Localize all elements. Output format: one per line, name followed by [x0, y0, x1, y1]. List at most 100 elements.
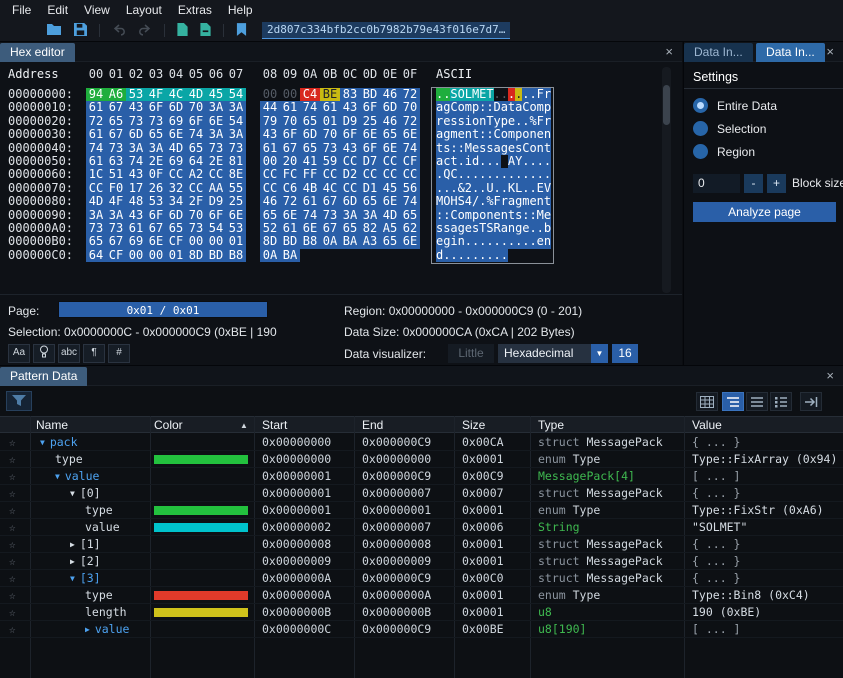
hex-byte[interactable]: 00: [260, 88, 280, 101]
ascii-char[interactable]: s: [436, 222, 443, 235]
ascii-char[interactable]: %: [529, 115, 536, 128]
ascii-char[interactable]: .: [537, 168, 544, 181]
ascii-char[interactable]: .: [494, 182, 501, 195]
ascii-char[interactable]: L: [465, 88, 472, 101]
hex-byte[interactable]: 62: [400, 222, 420, 235]
hex-byte[interactable]: CC: [360, 168, 380, 181]
hex-byte[interactable]: 00: [280, 88, 300, 101]
ascii-char[interactable]: :: [479, 101, 486, 114]
ascii-char[interactable]: .: [522, 182, 529, 195]
hex-byte[interactable]: D9: [340, 115, 360, 128]
ascii-char[interactable]: a: [508, 195, 515, 208]
expand-arrow-icon[interactable]: ▶: [70, 540, 75, 549]
ascii-char[interactable]: g: [443, 235, 450, 248]
hex-byte[interactable]: 3A: [86, 209, 106, 222]
hex-byte[interactable]: CC: [86, 182, 106, 195]
hex-byte[interactable]: 72: [86, 115, 106, 128]
increment-button[interactable]: +: [767, 174, 786, 193]
hex-byte[interactable]: 61: [86, 155, 106, 168]
ascii-char[interactable]: r: [501, 195, 508, 208]
hex-byte[interactable]: A5: [380, 222, 400, 235]
hex-byte[interactable]: CC: [260, 182, 280, 195]
ascii-char[interactable]: o: [458, 209, 465, 222]
hex-byte[interactable]: 65: [380, 128, 400, 141]
ascii-char[interactable]: t: [544, 195, 551, 208]
hex-byte[interactable]: 6F: [146, 209, 166, 222]
hex-byte[interactable]: 25: [360, 115, 380, 128]
ascii-char[interactable]: .: [501, 182, 508, 195]
hex-byte[interactable]: 61: [260, 142, 280, 155]
ascii-char[interactable]: C: [450, 168, 457, 181]
hex-byte[interactable]: 6D: [166, 209, 186, 222]
hex-byte[interactable]: 46: [260, 195, 280, 208]
pattern-row[interactable]: ☆type0x0000000A0x0000000A0x0001enum Type…: [0, 587, 843, 604]
hex-byte[interactable]: CC: [186, 182, 206, 195]
hex-byte[interactable]: 65: [146, 128, 166, 141]
hex-byte[interactable]: 65: [340, 222, 360, 235]
hex-byte[interactable]: 6D: [166, 101, 186, 114]
favorite-star-icon[interactable]: ☆: [9, 434, 16, 451]
hex-byte[interactable]: 3A: [360, 209, 380, 222]
hex-byte[interactable]: 61: [86, 101, 106, 114]
ascii-char[interactable]: .: [479, 182, 486, 195]
hex-byte[interactable]: 74: [86, 142, 106, 155]
favorite-star-icon[interactable]: ☆: [9, 604, 16, 621]
hex-byte[interactable]: CC: [400, 168, 420, 181]
ascii-char[interactable]: s: [458, 115, 465, 128]
hex-byte[interactable]: 61: [300, 195, 320, 208]
ascii-char[interactable]: p: [501, 115, 508, 128]
block-size-input[interactable]: 0: [693, 174, 740, 193]
pattern-row[interactable]: ☆▼value0x000000010x000000C90x00C9Message…: [0, 468, 843, 485]
ascii-char[interactable]: t: [508, 209, 515, 222]
hex-byte[interactable]: C6: [280, 182, 300, 195]
ascii-char[interactable]: .: [529, 222, 536, 235]
hex-byte[interactable]: 0A: [260, 249, 280, 262]
hex-byte[interactable]: 70: [280, 115, 300, 128]
ascii-char[interactable]: t: [472, 128, 479, 141]
analyze-page-button[interactable]: Analyze page: [693, 202, 836, 222]
ascii-char[interactable]: %: [486, 195, 493, 208]
ascii-char[interactable]: R: [494, 222, 501, 235]
ascii-char[interactable]: .: [443, 249, 450, 262]
hex-byte[interactable]: 65: [106, 115, 126, 128]
hex-byte[interactable]: 72: [400, 115, 420, 128]
ascii-char[interactable]: S: [486, 222, 493, 235]
ascii-char[interactable]: a: [436, 101, 443, 114]
ascii-char[interactable]: a: [501, 222, 508, 235]
menu-item-help[interactable]: Help: [220, 0, 261, 20]
hex-byte[interactable]: 70: [320, 128, 340, 141]
ascii-char[interactable]: .: [515, 88, 522, 101]
ascii-char[interactable]: .: [443, 182, 450, 195]
decrement-button[interactable]: -: [744, 174, 763, 193]
hex-byte[interactable]: 6E: [206, 115, 226, 128]
pattern-row[interactable]: ☆type0x000000010x000000010x0001enum Type…: [0, 502, 843, 519]
hex-byte[interactable]: 72: [400, 88, 420, 101]
ascii-char[interactable]: .: [529, 168, 536, 181]
hex-byte[interactable]: 2F: [186, 195, 206, 208]
ascii-char[interactable]: .: [501, 168, 508, 181]
hex-byte[interactable]: 0A: [320, 235, 340, 248]
hex-byte[interactable]: 17: [126, 182, 146, 195]
hex-byte[interactable]: F0: [106, 182, 126, 195]
chevron-down-icon[interactable]: ▼: [591, 344, 608, 363]
ascii-char[interactable]: .: [450, 182, 457, 195]
ascii-char[interactable]: .: [479, 195, 486, 208]
hex-byte[interactable]: 65: [260, 209, 280, 222]
ascii-char[interactable]: i: [450, 235, 457, 248]
ascii-char[interactable]: i: [465, 155, 472, 168]
hex-byte[interactable]: 3A: [206, 128, 226, 141]
ascii-toggle-button[interactable]: abc: [58, 344, 80, 363]
ascii-char[interactable]: t: [544, 142, 551, 155]
hex-byte[interactable]: 73: [126, 115, 146, 128]
ascii-char[interactable]: o: [458, 101, 465, 114]
ascii-char[interactable]: o: [522, 128, 529, 141]
hex-byte[interactable]: 6D: [126, 128, 146, 141]
ascii-char[interactable]: a: [515, 101, 522, 114]
hex-byte[interactable]: 43: [340, 101, 360, 114]
hex-byte[interactable]: 4C: [166, 88, 186, 101]
hex-byte[interactable]: 34: [166, 195, 186, 208]
hex-byte[interactable]: 3A: [146, 142, 166, 155]
column-header-end[interactable]: End: [362, 418, 383, 432]
ascii-char[interactable]: d: [436, 249, 443, 262]
page-slider[interactable]: 0x01 / 0x01: [58, 301, 268, 318]
